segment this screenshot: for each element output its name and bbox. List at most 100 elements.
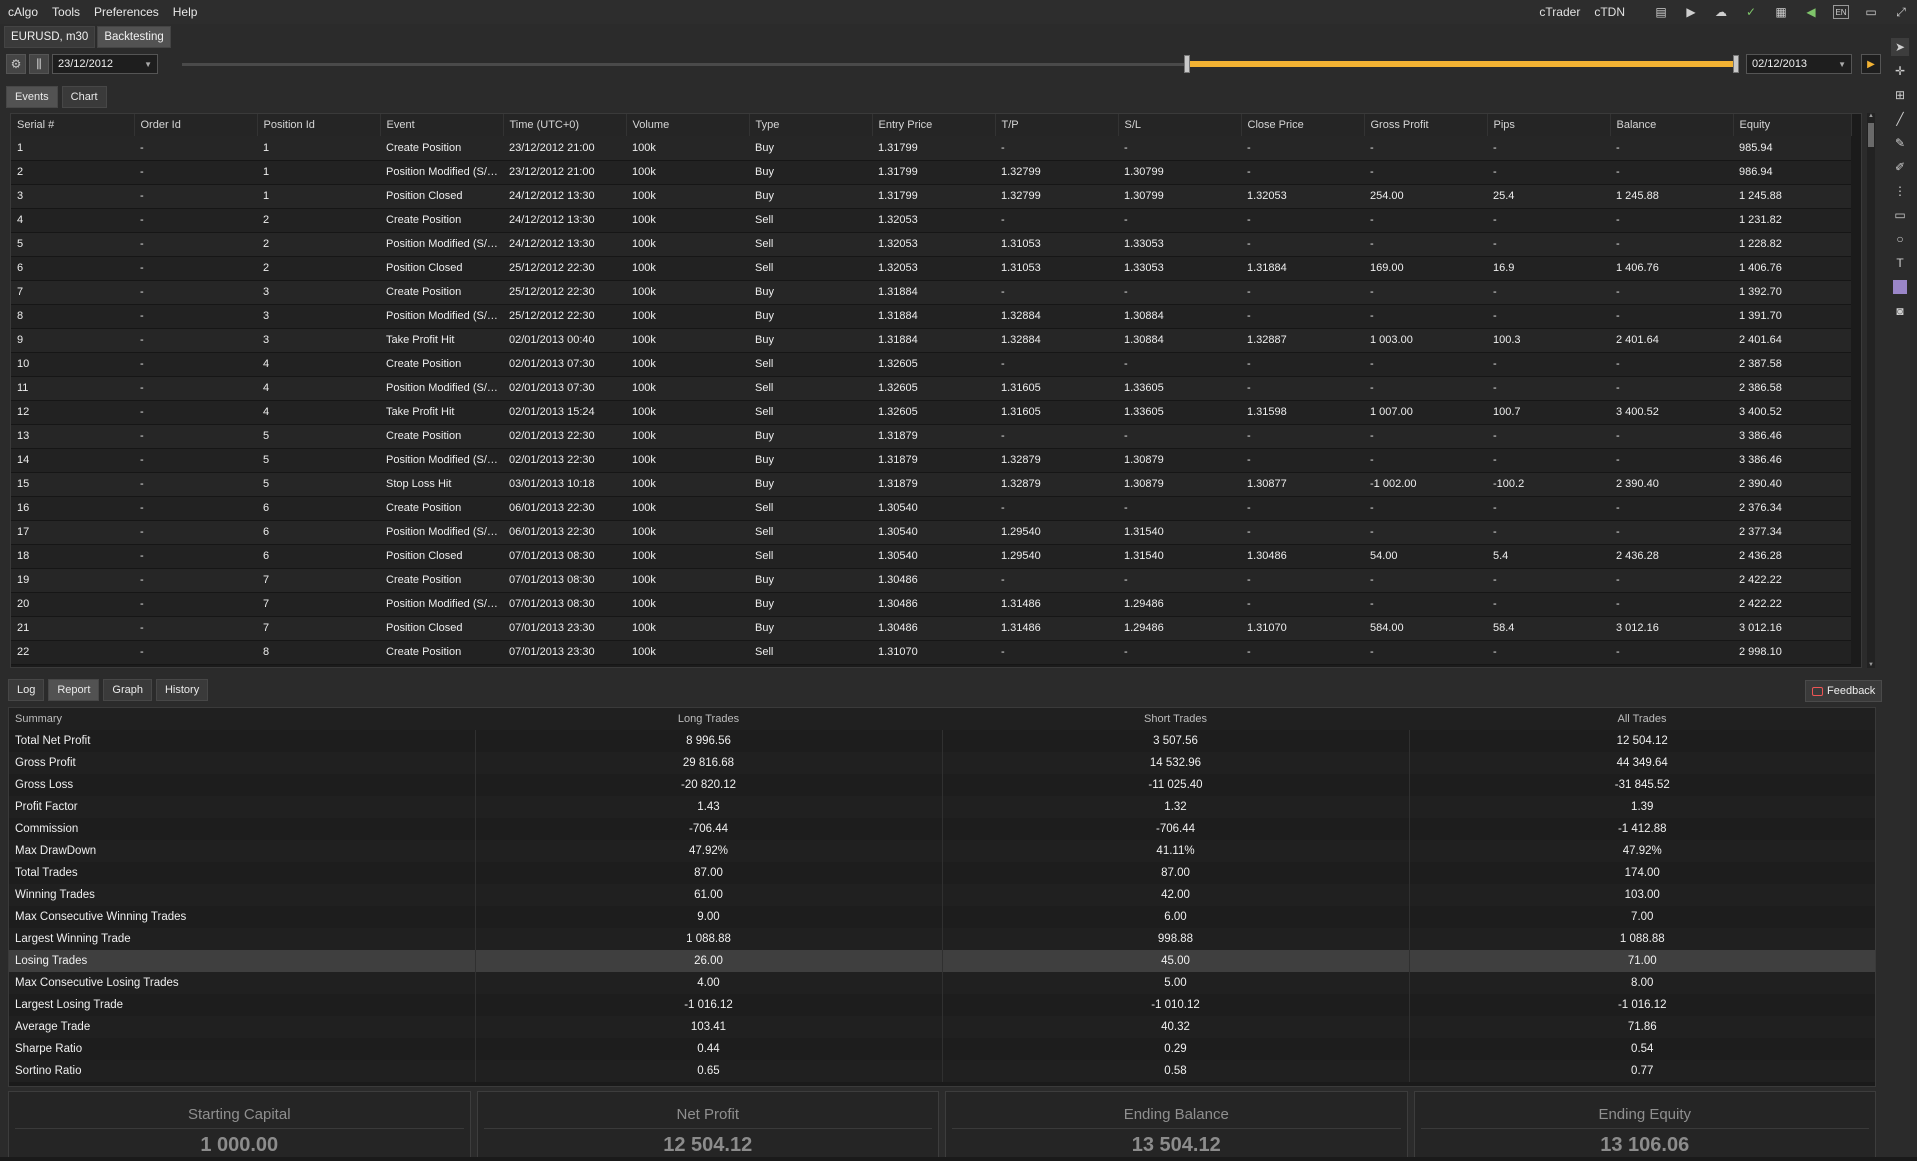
tab-history[interactable]: History [155,679,209,701]
tab-log[interactable]: Log [8,679,45,701]
report-row[interactable]: Total Net Profit 8 996.56 3 507.56 12 504.1… [9,730,1875,752]
table-row[interactable]: 8-3Position Modified (S/L, T/P)25/12/201… [11,304,1851,329]
grid-icon[interactable]: ⋮ [1891,182,1909,200]
table-row[interactable]: 17-6Position Modified (S/L, T/P)06/01/20… [11,520,1851,545]
play-button[interactable]: ▶ [1861,54,1881,74]
cursor-icon[interactable]: ➤ [1891,38,1909,56]
events-column-header[interactable]: Position Id [257,114,381,136]
report-row[interactable]: Commission -706.44 -706.44 -1 412.88 [9,818,1875,840]
tab-chart[interactable]: Chart [61,86,107,108]
table-row[interactable]: 22-8 Create Position 07/01/2013 23:30 100k S… [11,640,1851,665]
events-column-header[interactable]: Pips [1487,114,1611,136]
video-icon[interactable]: ▶ [1683,5,1699,19]
notes-icon[interactable]: ▤ [1653,5,1669,19]
report-row[interactable]: Max DrawDown 47.92% 41.11% 47.92% [9,840,1875,862]
report-row[interactable]: Sharpe Ratio 0.44 0.29 0.54 [9,1038,1875,1060]
events-column-header[interactable]: Event [380,114,504,136]
table-row[interactable]: 3-1 Position Closed 24/12/2012 13:30 100k Bu… [11,184,1851,209]
menu-preferences[interactable]: Preferences [94,5,159,19]
table-row[interactable]: 12-4 Take Profit Hit 02/01/2013 15:24 100k S… [11,400,1851,425]
feedback-button[interactable]: Feedback [1805,680,1883,702]
events-column-header[interactable]: Volume [626,114,750,136]
table-row[interactable]: 14-5Position Modified (S/L, T/P)02/01/20… [11,448,1851,473]
table-row[interactable]: 1-1 Create Position 23/12/2012 21:00 100k Bu… [11,136,1851,161]
events-column-header[interactable]: Close Price [1241,114,1365,136]
report-row[interactable]: Winning Trades 61.00 42.00 103.00 [9,884,1875,906]
pen-icon[interactable]: ✎ [1891,134,1909,152]
report-row[interactable]: Gross Loss -20 820.12 -11 025.40 -31 845.52 [9,774,1875,796]
sync-icon[interactable]: ✓ [1743,5,1759,19]
report-row[interactable]: Total Trades 87.00 87.00 174.00 [9,862,1875,884]
rectangle-icon[interactable]: ▭ [1891,206,1909,224]
menu-help[interactable]: Help [173,5,198,19]
scroll-up-icon[interactable]: ▲ [1867,113,1875,119]
events-column-header[interactable]: Time (UTC+0) [503,114,627,136]
events-column-header[interactable]: Serial # [11,114,135,136]
report-header-all[interactable]: All Trades [1409,708,1875,730]
scroll-thumb[interactable] [1868,123,1874,147]
report-header-short[interactable]: Short Trades [942,708,1409,730]
events-column-header[interactable]: Order Id [134,114,258,136]
table-row[interactable]: 21-7 Position Closed 07/01/2013 23:30 100k B… [11,616,1851,641]
crosshair-icon[interactable]: ✛ [1891,62,1909,80]
report-row[interactable]: Average Trade 103.41 40.32 71.86 [9,1016,1875,1038]
events-column-header[interactable]: S/L [1118,114,1242,136]
report-row[interactable]: Largest Losing Trade -1 016.12 -1 010.12 -1… [9,994,1875,1016]
report-row[interactable]: Sortino Ratio 0.65 0.58 0.77 [9,1060,1875,1082]
ctrader-link[interactable]: cTrader [1539,5,1580,19]
report-row[interactable]: Losing Trades 26.00 45.00 71.00 [9,950,1875,972]
end-date-picker[interactable]: 02/12/2013 ▼ [1746,54,1852,74]
pencil-icon[interactable]: ✐ [1891,158,1909,176]
doc-tab-eurusd[interactable]: EURUSD, m30 [4,26,96,48]
range-start-handle[interactable] [1184,55,1190,73]
tab-events[interactable]: Events [6,86,58,108]
window-icon[interactable]: ▭ [1863,5,1879,19]
events-column-header[interactable]: T/P [995,114,1119,136]
table-row[interactable]: 4-2 Create Position 24/12/2012 13:30 100k Se… [11,208,1851,233]
events-column-header[interactable]: Type [749,114,873,136]
table-row[interactable]: 13-5 Create Position 02/01/2013 22:30 100k B… [11,424,1851,449]
tab-graph[interactable]: Graph [103,679,152,701]
events-column-header[interactable]: Balance [1610,114,1734,136]
restore-icon[interactable]: ⤢ [1893,5,1909,19]
table-row[interactable]: 6-2 Position Closed 25/12/2012 22:30 100k Se… [11,256,1851,281]
settings-icon[interactable]: ⚙ [6,54,26,74]
table-row[interactable]: 7-3 Create Position 25/12/2012 22:30 100k Bu… [11,280,1851,305]
events-column-header[interactable]: Equity [1733,114,1852,136]
events-scrollbar[interactable]: ▲ ▼ [1867,113,1875,668]
events-column-header[interactable]: Gross Profit [1364,114,1488,136]
table-row[interactable]: 15-5 Stop Loss Hit 03/01/2013 10:18 100k Buy… [11,472,1851,497]
candles-icon[interactable]: ⫼ [29,54,49,74]
menu-calgo[interactable]: cAlgo [8,5,38,19]
report-header-long[interactable]: Long Trades [475,708,942,730]
table-row[interactable]: 2-1Position Modified (S/L, T/P)23/12/201… [11,160,1851,185]
volume-icon[interactable]: ◀ [1803,5,1819,19]
scroll-down-icon[interactable]: ▼ [1867,662,1875,668]
start-date-picker[interactable]: 23/12/2012 ▼ [52,54,158,74]
calendar-icon[interactable]: ▦ [1773,5,1789,19]
report-header-summary[interactable]: Summary [9,708,475,730]
table-row[interactable]: 10-4 Create Position 02/01/2013 07:30 100k S… [11,352,1851,377]
language-icon[interactable]: EN [1833,5,1849,19]
tab-report[interactable]: Report [48,679,100,701]
report-row[interactable]: Max Consecutive Winning Trades 9.00 6.00 7.… [9,906,1875,928]
report-row[interactable]: Profit Factor 1.43 1.32 1.39 [9,796,1875,818]
table-row[interactable]: 18-6 Position Closed 07/01/2013 08:30 100k S… [11,544,1851,569]
text-icon[interactable]: T [1891,254,1909,272]
report-row[interactable]: Max Consecutive Losing Trades 4.00 5.00 8.0… [9,972,1875,994]
menu-tools[interactable]: Tools [52,5,80,19]
doc-tab-backtesting[interactable]: Backtesting [97,26,171,48]
cloud-icon[interactable]: ☁ [1713,5,1729,19]
events-column-header[interactable]: Entry Price [872,114,996,136]
line-icon[interactable]: ╱ [1891,110,1909,128]
report-row[interactable]: Largest Winning Trade 1 088.88 998.88 1 088… [9,928,1875,950]
table-row[interactable]: 16-6 Create Position 06/01/2013 22:30 100k S… [11,496,1851,521]
ellipse-icon[interactable]: ○ [1891,230,1909,248]
range-end-handle[interactable] [1733,55,1739,73]
table-row[interactable]: 20-7Position Modified (S/L, T/P)07/01/20… [11,592,1851,617]
camera-icon[interactable]: ◙ [1891,302,1909,320]
table-row[interactable]: 5-2Position Modified (S/L, T/P)24/12/201… [11,232,1851,257]
table-row[interactable]: 11-4Position Modified (S/L, T/P)02/01/20… [11,376,1851,401]
report-row[interactable]: Gross Profit 29 816.68 14 532.96 44 349.64 [9,752,1875,774]
table-row[interactable]: 9-3 Take Profit Hit 02/01/2013 00:40 100k Bu… [11,328,1851,353]
